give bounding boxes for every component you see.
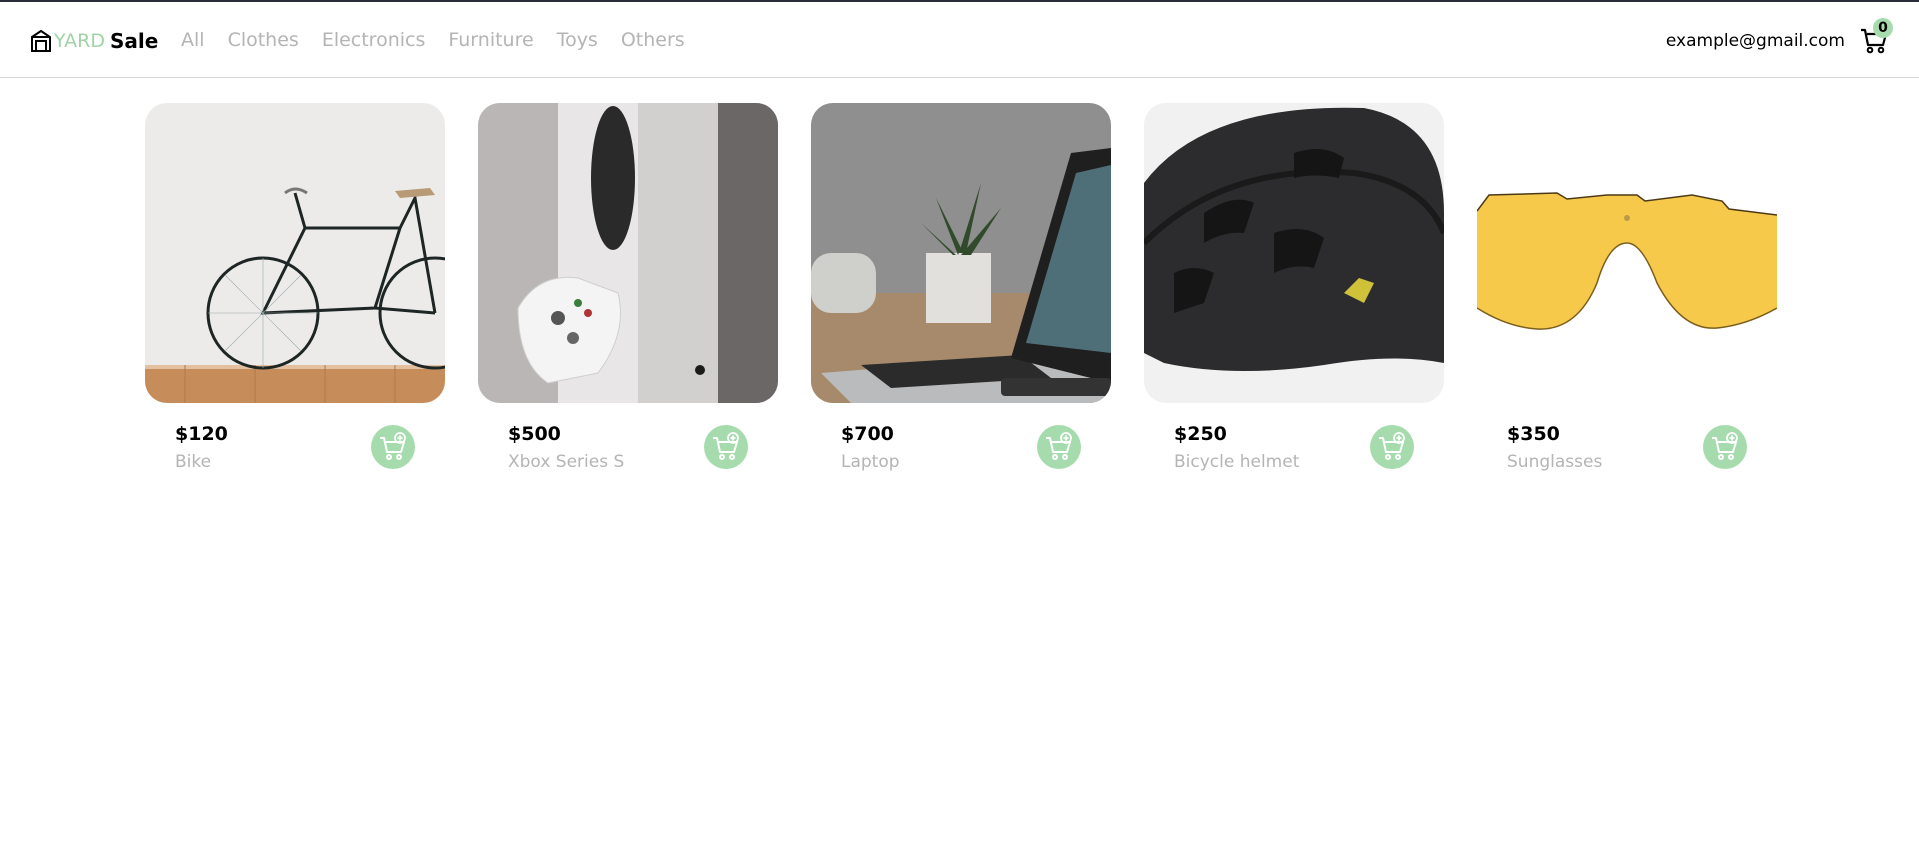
- navbar: YARD Sale All Clothes Electronics Furnit…: [0, 2, 1919, 78]
- product-image-laptop[interactable]: [811, 103, 1111, 403]
- nav-link-others[interactable]: Others: [621, 29, 685, 51]
- product-image-sunglasses[interactable]: [1477, 103, 1777, 403]
- product-card[interactable]: $250 Bicycle helmet: [1144, 103, 1444, 483]
- product-card[interactable]: $500 Xbox Series S: [478, 103, 778, 483]
- product-price: $700: [841, 423, 894, 445]
- product-price: $500: [508, 423, 561, 445]
- product-image-bike[interactable]: [145, 103, 445, 403]
- product-price: $350: [1507, 423, 1560, 445]
- add-to-cart-icon: [1712, 432, 1738, 460]
- logo-yard-text: YARD: [54, 30, 105, 52]
- product-image-bicycle-helmet[interactable]: [1144, 103, 1444, 403]
- add-to-cart-button[interactable]: [1370, 425, 1414, 469]
- logo-sale-text: Sale: [109, 29, 159, 53]
- product-grid: $120 Bike $500 Xbox Series S $700 Laptop…: [145, 103, 1777, 483]
- logo[interactable]: YARD Sale: [30, 26, 158, 56]
- add-to-cart-icon: [713, 432, 739, 460]
- cart-count-badge: 0: [1873, 18, 1893, 38]
- product-name: Bike: [175, 452, 212, 472]
- product-info: $250 Bicycle helmet: [1144, 403, 1444, 483]
- product-card[interactable]: $700 Laptop: [811, 103, 1111, 483]
- add-to-cart-icon: [380, 432, 406, 460]
- product-card[interactable]: $120 Bike: [145, 103, 445, 483]
- add-to-cart-button[interactable]: [1703, 425, 1747, 469]
- product-name: Sunglasses: [1507, 452, 1603, 472]
- cart-button[interactable]: 0: [1859, 18, 1893, 56]
- user-email[interactable]: example@gmail.com: [1666, 31, 1845, 51]
- storefront-icon: [31, 29, 51, 52]
- product-name: Bicycle helmet: [1174, 452, 1300, 472]
- nav-link-clothes[interactable]: Clothes: [228, 29, 299, 51]
- add-to-cart-icon: [1379, 432, 1405, 460]
- add-to-cart-button[interactable]: [1037, 425, 1081, 469]
- product-image-xbox-series-s[interactable]: [478, 103, 778, 403]
- product-card[interactable]: $350 Sunglasses: [1477, 103, 1777, 483]
- product-name: Xbox Series S: [508, 452, 625, 472]
- nav-link-toys[interactable]: Toys: [557, 29, 598, 51]
- product-price: $250: [1174, 423, 1227, 445]
- category-nav: All Clothes Electronics Furniture Toys O…: [181, 29, 708, 51]
- product-info: $500 Xbox Series S: [478, 403, 778, 483]
- add-to-cart-button[interactable]: [704, 425, 748, 469]
- product-name: Laptop: [841, 452, 900, 472]
- add-to-cart-icon: [1046, 432, 1072, 460]
- product-price: $120: [175, 423, 228, 445]
- nav-link-electronics[interactable]: Electronics: [322, 29, 426, 51]
- product-info: $120 Bike: [145, 403, 445, 483]
- product-info: $700 Laptop: [811, 403, 1111, 483]
- product-info: $350 Sunglasses: [1477, 403, 1777, 483]
- add-to-cart-button[interactable]: [371, 425, 415, 469]
- nav-link-furniture[interactable]: Furniture: [448, 29, 533, 51]
- nav-link-all[interactable]: All: [181, 29, 205, 51]
